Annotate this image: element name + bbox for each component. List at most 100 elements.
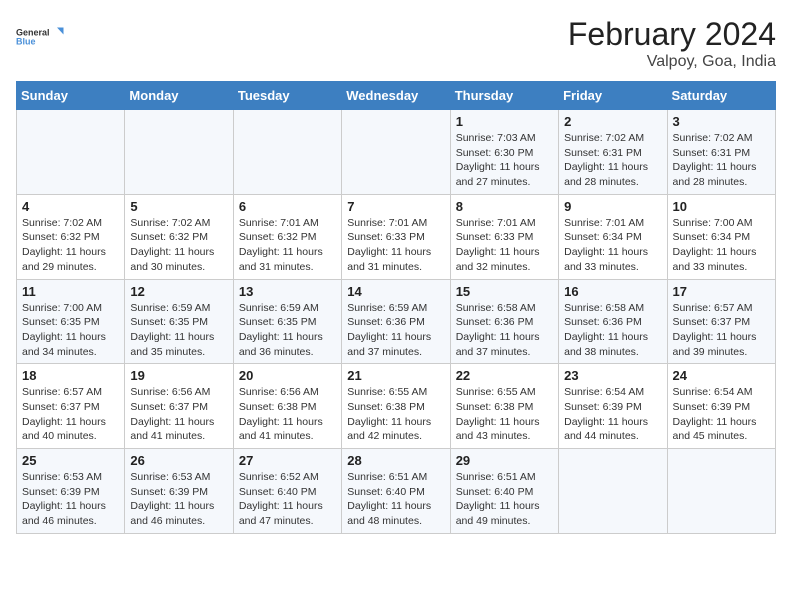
day-info: Sunrise: 6:57 AMSunset: 6:37 PMDaylight:… xyxy=(673,301,770,360)
day-number: 23 xyxy=(564,368,661,383)
day-cell: 22 Sunrise: 6:55 AMSunset: 6:38 PMDayligh… xyxy=(450,364,558,449)
day-info: Sunrise: 6:53 AMSunset: 6:39 PMDaylight:… xyxy=(130,470,227,529)
logo-svg: General Blue xyxy=(16,16,66,58)
col-header-monday: Monday xyxy=(125,82,233,110)
day-cell: 12 Sunrise: 6:59 AMSunset: 6:35 PMDayligh… xyxy=(125,279,233,364)
day-cell xyxy=(559,449,667,534)
col-header-sunday: Sunday xyxy=(17,82,125,110)
day-info: Sunrise: 7:01 AMSunset: 6:33 PMDaylight:… xyxy=(347,216,444,275)
day-info: Sunrise: 6:51 AMSunset: 6:40 PMDaylight:… xyxy=(347,470,444,529)
day-number: 1 xyxy=(456,114,553,129)
day-cell: 27 Sunrise: 6:52 AMSunset: 6:40 PMDayligh… xyxy=(233,449,341,534)
day-number: 11 xyxy=(22,284,119,299)
day-info: Sunrise: 7:00 AMSunset: 6:35 PMDaylight:… xyxy=(22,301,119,360)
col-header-saturday: Saturday xyxy=(667,82,775,110)
day-number: 13 xyxy=(239,284,336,299)
day-number: 20 xyxy=(239,368,336,383)
day-number: 4 xyxy=(22,199,119,214)
day-number: 8 xyxy=(456,199,553,214)
day-number: 18 xyxy=(22,368,119,383)
day-number: 22 xyxy=(456,368,553,383)
week-row-2: 4 Sunrise: 7:02 AMSunset: 6:32 PMDaylight… xyxy=(17,194,776,279)
day-number: 25 xyxy=(22,453,119,468)
day-info: Sunrise: 6:57 AMSunset: 6:37 PMDaylight:… xyxy=(22,385,119,444)
col-header-tuesday: Tuesday xyxy=(233,82,341,110)
day-cell: 14Sunrise: 6:59 AMSunset: 6:36 PMDayligh… xyxy=(342,279,450,364)
day-cell: 10 Sunrise: 7:00 AMSunset: 6:34 PMDayligh… xyxy=(667,194,775,279)
day-info: Sunrise: 6:56 AMSunset: 6:37 PMDaylight:… xyxy=(130,385,227,444)
day-info: Sunrise: 6:59 AMSunset: 6:35 PMDaylight:… xyxy=(130,301,227,360)
day-number: 14 xyxy=(347,284,444,299)
day-info: Sunrise: 7:01 AMSunset: 6:34 PMDaylight:… xyxy=(564,216,661,275)
day-info: Sunrise: 6:53 AMSunset: 6:39 PMDaylight:… xyxy=(22,470,119,529)
day-cell: 15 Sunrise: 6:58 AMSunset: 6:36 PMDayligh… xyxy=(450,279,558,364)
col-header-friday: Friday xyxy=(559,82,667,110)
day-cell xyxy=(233,110,341,195)
day-cell: 7 Sunrise: 7:01 AMSunset: 6:33 PMDaylight… xyxy=(342,194,450,279)
day-info: Sunrise: 7:02 AMSunset: 6:32 PMDaylight:… xyxy=(22,216,119,275)
day-cell: 17 Sunrise: 6:57 AMSunset: 6:37 PMDayligh… xyxy=(667,279,775,364)
day-cell: 20 Sunrise: 6:56 AMSunset: 6:38 PMDayligh… xyxy=(233,364,341,449)
day-cell: 26 Sunrise: 6:53 AMSunset: 6:39 PMDayligh… xyxy=(125,449,233,534)
day-info: Sunrise: 6:54 AMSunset: 6:39 PMDaylight:… xyxy=(673,385,770,444)
day-cell: 2 Sunrise: 7:02 AMSunset: 6:31 PMDaylight… xyxy=(559,110,667,195)
day-info: Sunrise: 6:51 AMSunset: 6:40 PMDaylight:… xyxy=(456,470,553,529)
day-cell xyxy=(667,449,775,534)
week-row-5: 25 Sunrise: 6:53 AMSunset: 6:39 PMDayligh… xyxy=(17,449,776,534)
day-number: 19 xyxy=(130,368,227,383)
day-info: Sunrise: 6:59 AMSunset: 6:35 PMDaylight:… xyxy=(239,301,336,360)
day-number: 15 xyxy=(456,284,553,299)
month-title: February 2024 xyxy=(568,16,776,53)
day-number: 17 xyxy=(673,284,770,299)
day-number: 2 xyxy=(564,114,661,129)
calendar-table: SundayMondayTuesdayWednesdayThursdayFrid… xyxy=(16,81,776,534)
day-info: Sunrise: 7:03 AMSunset: 6:30 PMDaylight:… xyxy=(456,131,553,190)
day-info: Sunrise: 6:55 AMSunset: 6:38 PMDaylight:… xyxy=(347,385,444,444)
day-cell: 13 Sunrise: 6:59 AMSunset: 6:35 PMDayligh… xyxy=(233,279,341,364)
day-info: Sunrise: 7:01 AMSunset: 6:32 PMDaylight:… xyxy=(239,216,336,275)
day-number: 6 xyxy=(239,199,336,214)
day-number: 29 xyxy=(456,453,553,468)
day-number: 7 xyxy=(347,199,444,214)
day-info: Sunrise: 7:02 AMSunset: 6:31 PMDaylight:… xyxy=(673,131,770,190)
day-cell: 1 Sunrise: 7:03 AMSunset: 6:30 PMDaylight… xyxy=(450,110,558,195)
day-info: Sunrise: 6:58 AMSunset: 6:36 PMDaylight:… xyxy=(456,301,553,360)
day-cell: 29 Sunrise: 6:51 AMSunset: 6:40 PMDayligh… xyxy=(450,449,558,534)
week-row-4: 18 Sunrise: 6:57 AMSunset: 6:37 PMDayligh… xyxy=(17,364,776,449)
day-info: Sunrise: 7:00 AMSunset: 6:34 PMDaylight:… xyxy=(673,216,770,275)
day-number: 24 xyxy=(673,368,770,383)
day-info: Sunrise: 7:02 AMSunset: 6:32 PMDaylight:… xyxy=(130,216,227,275)
day-info: Sunrise: 6:55 AMSunset: 6:38 PMDaylight:… xyxy=(456,385,553,444)
day-number: 3 xyxy=(673,114,770,129)
day-number: 26 xyxy=(130,453,227,468)
day-info: Sunrise: 6:56 AMSunset: 6:38 PMDaylight:… xyxy=(239,385,336,444)
day-info: Sunrise: 6:58 AMSunset: 6:36 PMDaylight:… xyxy=(564,301,661,360)
day-cell: 6 Sunrise: 7:01 AMSunset: 6:32 PMDaylight… xyxy=(233,194,341,279)
day-cell xyxy=(342,110,450,195)
day-cell: 8 Sunrise: 7:01 AMSunset: 6:33 PMDaylight… xyxy=(450,194,558,279)
header-row: SundayMondayTuesdayWednesdayThursdayFrid… xyxy=(17,82,776,110)
logo: General Blue xyxy=(16,16,66,58)
day-number: 12 xyxy=(130,284,227,299)
day-cell xyxy=(17,110,125,195)
day-number: 9 xyxy=(564,199,661,214)
week-row-1: 1 Sunrise: 7:03 AMSunset: 6:30 PMDaylight… xyxy=(17,110,776,195)
svg-text:Blue: Blue xyxy=(16,37,36,47)
day-cell: 16Sunrise: 6:58 AMSunset: 6:36 PMDayligh… xyxy=(559,279,667,364)
day-cell xyxy=(125,110,233,195)
day-cell: 3 Sunrise: 7:02 AMSunset: 6:31 PMDaylight… xyxy=(667,110,775,195)
day-number: 10 xyxy=(673,199,770,214)
day-number: 27 xyxy=(239,453,336,468)
col-header-thursday: Thursday xyxy=(450,82,558,110)
day-number: 5 xyxy=(130,199,227,214)
day-cell: 19 Sunrise: 6:56 AMSunset: 6:37 PMDayligh… xyxy=(125,364,233,449)
day-info: Sunrise: 6:52 AMSunset: 6:40 PMDaylight:… xyxy=(239,470,336,529)
day-cell: 4 Sunrise: 7:02 AMSunset: 6:32 PMDaylight… xyxy=(17,194,125,279)
day-number: 21 xyxy=(347,368,444,383)
day-cell: 21 Sunrise: 6:55 AMSunset: 6:38 PMDayligh… xyxy=(342,364,450,449)
day-info: Sunrise: 7:01 AMSunset: 6:33 PMDaylight:… xyxy=(456,216,553,275)
location-title: Valpoy, Goa, India xyxy=(568,53,776,71)
day-info: Sunrise: 6:54 AMSunset: 6:39 PMDaylight:… xyxy=(564,385,661,444)
day-info: Sunrise: 7:02 AMSunset: 6:31 PMDaylight:… xyxy=(564,131,661,190)
day-cell: 11 Sunrise: 7:00 AMSunset: 6:35 PMDayligh… xyxy=(17,279,125,364)
